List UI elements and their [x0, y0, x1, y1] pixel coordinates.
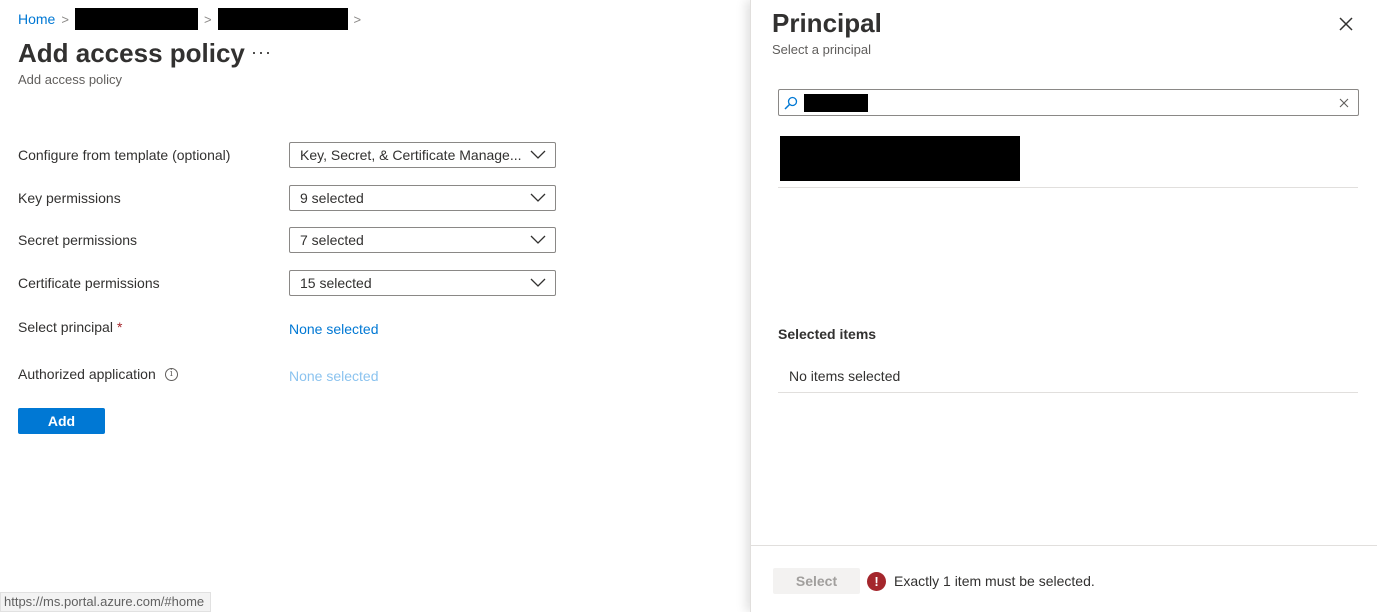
secret-permissions-value: 7 selected [300, 232, 364, 248]
authorized-application-label: Authorized application i [18, 366, 289, 382]
chevron-down-icon [530, 150, 546, 159]
search-value-redacted [804, 93, 868, 112]
select-principal-link[interactable]: None selected [289, 321, 379, 337]
breadcrumb-home[interactable]: Home [18, 11, 55, 27]
authorized-application-link: None selected [289, 368, 379, 384]
key-permissions-value: 9 selected [300, 190, 364, 206]
info-icon[interactable]: i [164, 367, 178, 381]
authorized-application-label-text: Authorized application [18, 366, 156, 382]
select-principal-label: Select principal * [18, 319, 289, 335]
secret-permissions-label: Secret permissions [18, 232, 138, 248]
principal-panel: Principal Select a principal Selected it… [750, 0, 1377, 612]
breadcrumb: Home > > > [18, 8, 367, 30]
certificate-permissions-dropdown[interactable]: 15 selected [289, 270, 556, 296]
selected-items-heading: Selected items [778, 326, 877, 342]
form-row-authorized-application: Authorized application i None selected [18, 361, 558, 387]
breadcrumb-separator-icon: > [61, 11, 69, 27]
panel-footer: Select ! Exactly 1 item must be selected… [751, 545, 1377, 612]
page-title: Add access policy [18, 38, 245, 68]
error-icon: ! [867, 572, 886, 591]
panel-subtitle: Select a principal [772, 42, 871, 57]
panel-title: Principal [772, 8, 882, 38]
form-row-key-permissions: Key permissions 9 selected [18, 185, 558, 211]
form-row-select-principal: Select principal * None selected [18, 314, 558, 340]
certificate-permissions-label: Certificate permissions [18, 275, 160, 291]
key-permissions-dropdown[interactable]: 9 selected [289, 185, 556, 211]
select-button[interactable]: Select [773, 568, 860, 594]
breadcrumb-separator-icon: > [203, 11, 212, 27]
chevron-down-icon [530, 235, 546, 244]
search-value [804, 90, 1338, 115]
form-row-template: Configure from template (optional) Key, … [18, 142, 558, 168]
form-row-secret-permissions: Secret permissions 7 selected [18, 227, 558, 253]
chevron-down-icon [530, 278, 546, 287]
add-access-policy-blade: Home > > > Add access policy ··· Add acc… [0, 0, 750, 612]
page-subtitle: Add access policy [18, 72, 123, 87]
breadcrumb-separator-icon: > [353, 11, 362, 27]
form-row-certificate-permissions: Certificate permissions 15 selected [18, 270, 558, 296]
key-permissions-label: Key permissions [18, 190, 121, 206]
select-principal-label-text: Select principal [18, 319, 113, 335]
secret-permissions-dropdown[interactable]: 7 selected [289, 227, 556, 253]
principal-search-input[interactable] [778, 89, 1359, 116]
search-result-redacted [780, 136, 1020, 181]
template-dropdown-value: Key, Secret, & Certificate Manage... [300, 147, 522, 163]
breadcrumb-redacted-2[interactable] [217, 8, 348, 30]
search-icon [784, 96, 798, 110]
breadcrumb-redacted-1[interactable] [74, 8, 198, 30]
close-icon[interactable] [1336, 14, 1356, 34]
chevron-down-icon [530, 193, 546, 202]
clear-icon[interactable] [1338, 97, 1350, 109]
certificate-permissions-value: 15 selected [300, 275, 372, 291]
more-options-button[interactable]: ··· [251, 42, 272, 63]
required-marker: * [116, 319, 123, 335]
status-bar-url: https://ms.portal.azure.com/#home [0, 592, 212, 612]
add-button[interactable]: Add [18, 408, 105, 434]
search-result-item[interactable] [778, 136, 1358, 188]
no-items-selected-text: No items selected [778, 362, 1358, 393]
template-label: Configure from template (optional) [18, 147, 231, 163]
validation-error-text: Exactly 1 item must be selected. [894, 573, 1095, 589]
template-dropdown[interactable]: Key, Secret, & Certificate Manage... [289, 142, 556, 168]
